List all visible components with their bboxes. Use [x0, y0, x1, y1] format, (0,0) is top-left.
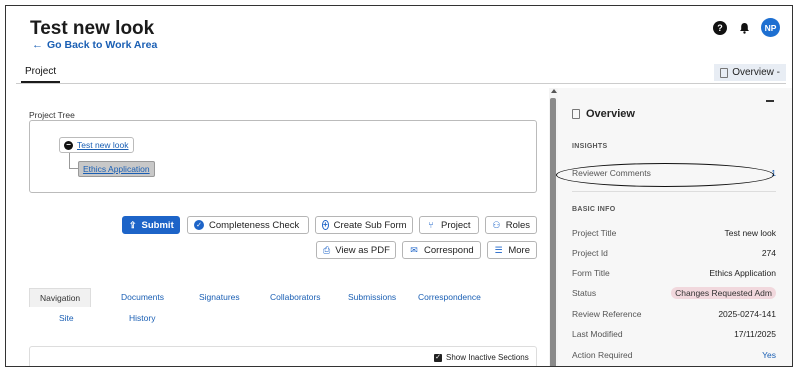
tab-collaborators[interactable]: Collaborators [270, 292, 321, 302]
scroll-up-arrow-icon[interactable] [551, 89, 557, 93]
view-as-pdf-label: View as PDF [335, 244, 390, 256]
add-user-icon: ⚇ [492, 219, 501, 230]
mail-icon: ✉ [410, 244, 418, 255]
scroll-thumb[interactable] [550, 98, 556, 366]
info-label: Action Required [572, 350, 633, 360]
tab-site[interactable]: Site [59, 313, 74, 323]
tab-project[interactable]: Project [20, 66, 61, 83]
submit-button-label: Submit [141, 219, 174, 231]
info-value: 274 [761, 248, 776, 258]
overview-panel-title: Overview [586, 108, 635, 120]
roles-button-label: Roles [505, 219, 530, 231]
info-row-project-title: Project Title Test new look [572, 228, 776, 240]
completeness-check-label: Completeness Check [209, 219, 300, 231]
tree-root-link[interactable]: Test new look [77, 140, 129, 150]
tree-child-link[interactable]: Ethics Application [83, 164, 150, 174]
tab-documents[interactable]: Documents [121, 292, 164, 302]
back-link-label: Go Back to Work Area [47, 39, 158, 51]
create-sub-form-label: Create Sub Form [333, 219, 407, 231]
info-label: Status [572, 288, 597, 298]
basic-info-title: BASIC INFO [572, 206, 616, 213]
menu-icon: ☰ [494, 244, 503, 255]
tree-node-child[interactable]: Ethics Application [78, 161, 155, 177]
info-value: Ethics Application [709, 268, 776, 278]
tab-history[interactable]: History [129, 313, 155, 323]
tree-connector [69, 153, 78, 169]
document-icon [572, 109, 580, 119]
show-inactive-toggle[interactable]: ✓ Show Inactive Sections [434, 353, 529, 362]
info-row-form-title: Form Title Ethics Application [572, 268, 776, 280]
info-row-status: Status Changes Requested Adm [572, 287, 776, 300]
tab-signatures[interactable]: Signatures [199, 292, 240, 302]
branch-icon: ⑂ [428, 219, 434, 230]
info-label: Last Modified [572, 329, 623, 339]
overview-panel: Overview INSIGHTS Reviewer Comments 1 BA… [558, 88, 792, 366]
correspond-button-label: Correspond [424, 244, 474, 256]
correspond-button[interactable]: ✉ Correspond [402, 241, 481, 259]
overview-panel-header: Overview [572, 108, 635, 120]
plus-circle-icon: + [322, 220, 329, 230]
checkbox-checked-icon[interactable]: ✓ [434, 353, 442, 362]
header-icons: ? NP [713, 18, 780, 37]
project-tree-label: Project Tree [29, 110, 75, 120]
tab-correspondence[interactable]: Correspondence [418, 292, 481, 302]
show-inactive-label: Show Inactive Sections [446, 353, 529, 362]
info-row-last-modified: Last Modified 17/11/2025 [572, 329, 776, 341]
back-to-work-area-link[interactable]: ← Go Back to Work Area [32, 39, 157, 51]
divider [572, 191, 776, 192]
create-sub-form-button[interactable]: + Create Sub Form [315, 216, 413, 234]
help-icon[interactable]: ? [713, 20, 727, 35]
insights-title: INSIGHTS [572, 143, 608, 150]
bell-icon[interactable] [737, 21, 751, 35]
project-button-label: Project [441, 219, 471, 231]
tab-overview-label: Overview - [732, 67, 780, 78]
main-tabbar: Project Overview - [16, 63, 786, 84]
tab-navigation[interactable]: Navigation [29, 288, 92, 307]
scrollbar[interactable] [549, 88, 558, 366]
submit-button[interactable]: ⇪ Submit [122, 216, 180, 234]
view-as-pdf-button[interactable]: ⎙ View as PDF [316, 241, 396, 259]
document-icon [720, 67, 729, 78]
pdf-icon: ⎙ [323, 244, 331, 255]
project-tree: − Test new look Ethics Application [29, 120, 537, 193]
info-label: Project Title [572, 228, 617, 238]
info-row-project-id: Project Id 274 [572, 248, 776, 260]
more-button[interactable]: ☰ More [487, 241, 537, 259]
info-label: Project Id [572, 248, 608, 258]
tree-node-root[interactable]: − Test new look [59, 137, 134, 153]
arrow-left-icon: ← [32, 39, 43, 51]
upload-icon: ⇪ [129, 219, 137, 230]
collapse-panel-icon[interactable] [766, 100, 774, 102]
info-row-action-required: Action Required Yes [572, 350, 776, 362]
info-value: 17/11/2025 [734, 329, 776, 339]
tab-submissions[interactable]: Submissions [348, 292, 396, 302]
app-window: Test new look ← Go Back to Work Area ? N… [5, 5, 793, 367]
check-circle-icon: ✓ [194, 220, 204, 230]
roles-button[interactable]: ⚇ Roles [485, 216, 537, 234]
info-value: Test new look [724, 228, 777, 238]
annotation-ellipse [556, 163, 774, 187]
page-title: Test new look [30, 18, 155, 39]
info-value[interactable]: Yes [762, 350, 776, 360]
more-button-label: More [508, 244, 530, 256]
project-button[interactable]: ⑂ Project [419, 216, 479, 234]
info-label: Review Reference [572, 309, 642, 319]
collapse-icon[interactable]: − [64, 140, 73, 150]
section-tabs: Navigation Documents Signatures Collabor… [29, 288, 539, 328]
avatar[interactable]: NP [761, 18, 780, 37]
tab-overview[interactable]: Overview - [714, 64, 786, 81]
info-value: 2025-0274-141 [718, 309, 776, 319]
info-label: Form Title [572, 268, 610, 278]
status-badge: Changes Requested Adm [671, 287, 776, 299]
info-row-review-reference: Review Reference 2025-0274-141 [572, 309, 776, 321]
completeness-check-button[interactable]: ✓ Completeness Check [187, 216, 309, 234]
